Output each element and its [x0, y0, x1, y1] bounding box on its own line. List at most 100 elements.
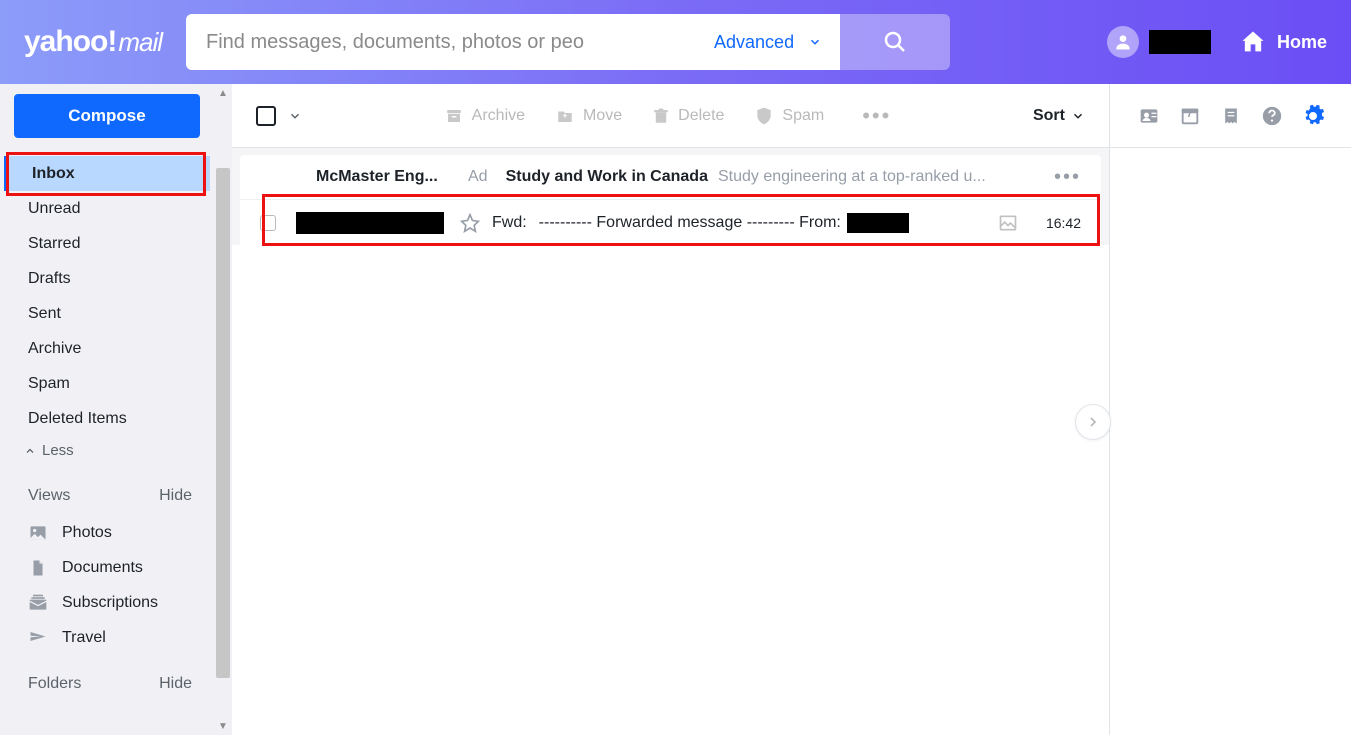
- search-button[interactable]: [840, 14, 950, 70]
- archive-label: Archive: [472, 107, 525, 125]
- folders-hide-toggle[interactable]: Hide: [159, 675, 192, 693]
- nav-inbox[interactable]: Inbox: [4, 156, 210, 191]
- next-page-button[interactable]: [1075, 404, 1111, 440]
- help-icon[interactable]: [1260, 104, 1284, 128]
- nav-label: Starred: [28, 235, 80, 253]
- delete-label: Delete: [678, 107, 724, 125]
- sort-button[interactable]: Sort: [1033, 107, 1085, 125]
- scroll-down-icon[interactable]: ▼: [216, 718, 230, 734]
- archive-button[interactable]: Archive: [444, 107, 525, 125]
- logo-main: yahoo!: [24, 25, 116, 59]
- sidebar: ▲ ▼ Compose Inbox Unread Starred Drafts …: [0, 84, 232, 735]
- view-label: Photos: [62, 524, 112, 542]
- plane-icon: [28, 628, 48, 648]
- folders-section-header: Folders Hide: [0, 655, 214, 703]
- message-list: McMaster Eng... Ad Study and Work in Can…: [232, 148, 1109, 245]
- ad-more-icon[interactable]: •••: [1054, 166, 1081, 189]
- nav-label: Unread: [28, 200, 80, 218]
- more-actions-button[interactable]: •••: [862, 103, 891, 129]
- email-row[interactable]: Fwd: ---------- Forwarded message ------…: [240, 199, 1101, 245]
- nav-spam[interactable]: Spam: [0, 366, 214, 401]
- view-travel[interactable]: Travel: [0, 620, 214, 655]
- nav-label: Archive: [28, 340, 81, 358]
- email-subject: Fwd: ---------- Forwarded message ------…: [492, 213, 981, 233]
- toolbar-actions: Archive Move Delete Spam •••: [444, 103, 892, 129]
- search-icon: [883, 30, 907, 54]
- home-icon: [1239, 28, 1267, 56]
- move-icon: [555, 107, 575, 125]
- nav-label: Sent: [28, 305, 61, 323]
- ad-tag: Ad: [468, 168, 488, 186]
- contacts-icon[interactable]: [1137, 104, 1161, 128]
- move-label: Move: [583, 107, 622, 125]
- nav-unread[interactable]: Unread: [0, 191, 214, 226]
- subject-preview: ---------- Forwarded message --------- F…: [539, 214, 841, 232]
- subject-prefix: Fwd:: [492, 214, 527, 232]
- scroll-up-icon[interactable]: ▲: [216, 85, 230, 101]
- sort-label: Sort: [1033, 107, 1065, 125]
- view-label: Documents: [62, 559, 143, 577]
- chevron-down-icon: [808, 35, 822, 49]
- right-pane: 7: [1110, 84, 1351, 735]
- view-photos[interactable]: Photos: [0, 515, 214, 550]
- spam-button[interactable]: Spam: [754, 106, 824, 126]
- compose-button[interactable]: Compose: [14, 94, 200, 138]
- view-documents[interactable]: Documents: [0, 550, 214, 585]
- chevron-right-icon: [1085, 414, 1101, 430]
- logo-sub: mail: [118, 27, 162, 58]
- home-label: Home: [1277, 32, 1327, 53]
- sender-redacted: [296, 212, 444, 234]
- view-subscriptions[interactable]: Subscriptions: [0, 585, 214, 620]
- sidebar-scrollbar[interactable]: ▲ ▼: [214, 84, 232, 735]
- views-hide-toggle[interactable]: Hide: [159, 487, 192, 505]
- spam-label: Spam: [782, 107, 824, 125]
- home-link[interactable]: Home: [1239, 28, 1327, 56]
- from-redacted: [847, 213, 909, 233]
- nav-label: Spam: [28, 375, 70, 393]
- advanced-label: Advanced: [714, 32, 794, 53]
- ad-row[interactable]: McMaster Eng... Ad Study and Work in Can…: [240, 155, 1101, 199]
- mail-stack-icon: [28, 593, 48, 613]
- message-list-pane: Archive Move Delete Spam •••: [232, 84, 1110, 735]
- list-toolbar: Archive Move Delete Spam •••: [232, 84, 1109, 148]
- select-dropdown-icon[interactable]: [288, 109, 302, 123]
- settings-icon[interactable]: [1301, 104, 1325, 128]
- avatar-icon: [1107, 26, 1139, 58]
- app-header: yahoo!mail Advanced Home: [0, 0, 1351, 84]
- image-icon: [28, 523, 48, 543]
- search-bar: Advanced: [186, 14, 950, 70]
- select-all-checkbox[interactable]: [256, 106, 276, 126]
- nav-archive[interactable]: Archive: [0, 331, 214, 366]
- nav-label: Inbox: [32, 165, 75, 183]
- folders-title: Folders: [28, 675, 81, 693]
- user-menu[interactable]: [1107, 26, 1211, 58]
- delete-button[interactable]: Delete: [652, 106, 724, 126]
- nav-less-toggle[interactable]: Less: [0, 436, 214, 465]
- archive-icon: [444, 107, 464, 125]
- advanced-search-button[interactable]: Advanced: [696, 14, 840, 70]
- row-checkbox[interactable]: [260, 215, 276, 231]
- nav-sent[interactable]: Sent: [0, 296, 214, 331]
- nav-deleted[interactable]: Deleted Items: [0, 401, 214, 436]
- username-redacted: [1149, 30, 1211, 54]
- yahoo-mail-logo[interactable]: yahoo!mail: [24, 25, 162, 59]
- star-icon[interactable]: [460, 213, 480, 233]
- right-toolbar: 7: [1110, 84, 1351, 148]
- view-label: Travel: [62, 629, 106, 647]
- notepad-icon[interactable]: [1219, 104, 1243, 128]
- search-input[interactable]: [186, 14, 696, 70]
- move-button[interactable]: Move: [555, 107, 622, 125]
- document-icon: [28, 558, 48, 578]
- less-label: Less: [42, 442, 74, 459]
- nav-drafts[interactable]: Drafts: [0, 261, 214, 296]
- trash-icon: [652, 106, 670, 126]
- nav-starred[interactable]: Starred: [0, 226, 214, 261]
- ad-sender: McMaster Eng...: [316, 168, 456, 186]
- image-attachment-icon: [997, 213, 1019, 233]
- views-title: Views: [28, 487, 70, 505]
- scroll-thumb[interactable]: [216, 168, 230, 678]
- email-time: 16:42: [1035, 215, 1081, 231]
- calendar-icon[interactable]: 7: [1178, 104, 1202, 128]
- view-label: Subscriptions: [62, 594, 158, 612]
- ad-title: Study and Work in Canada: [506, 168, 708, 186]
